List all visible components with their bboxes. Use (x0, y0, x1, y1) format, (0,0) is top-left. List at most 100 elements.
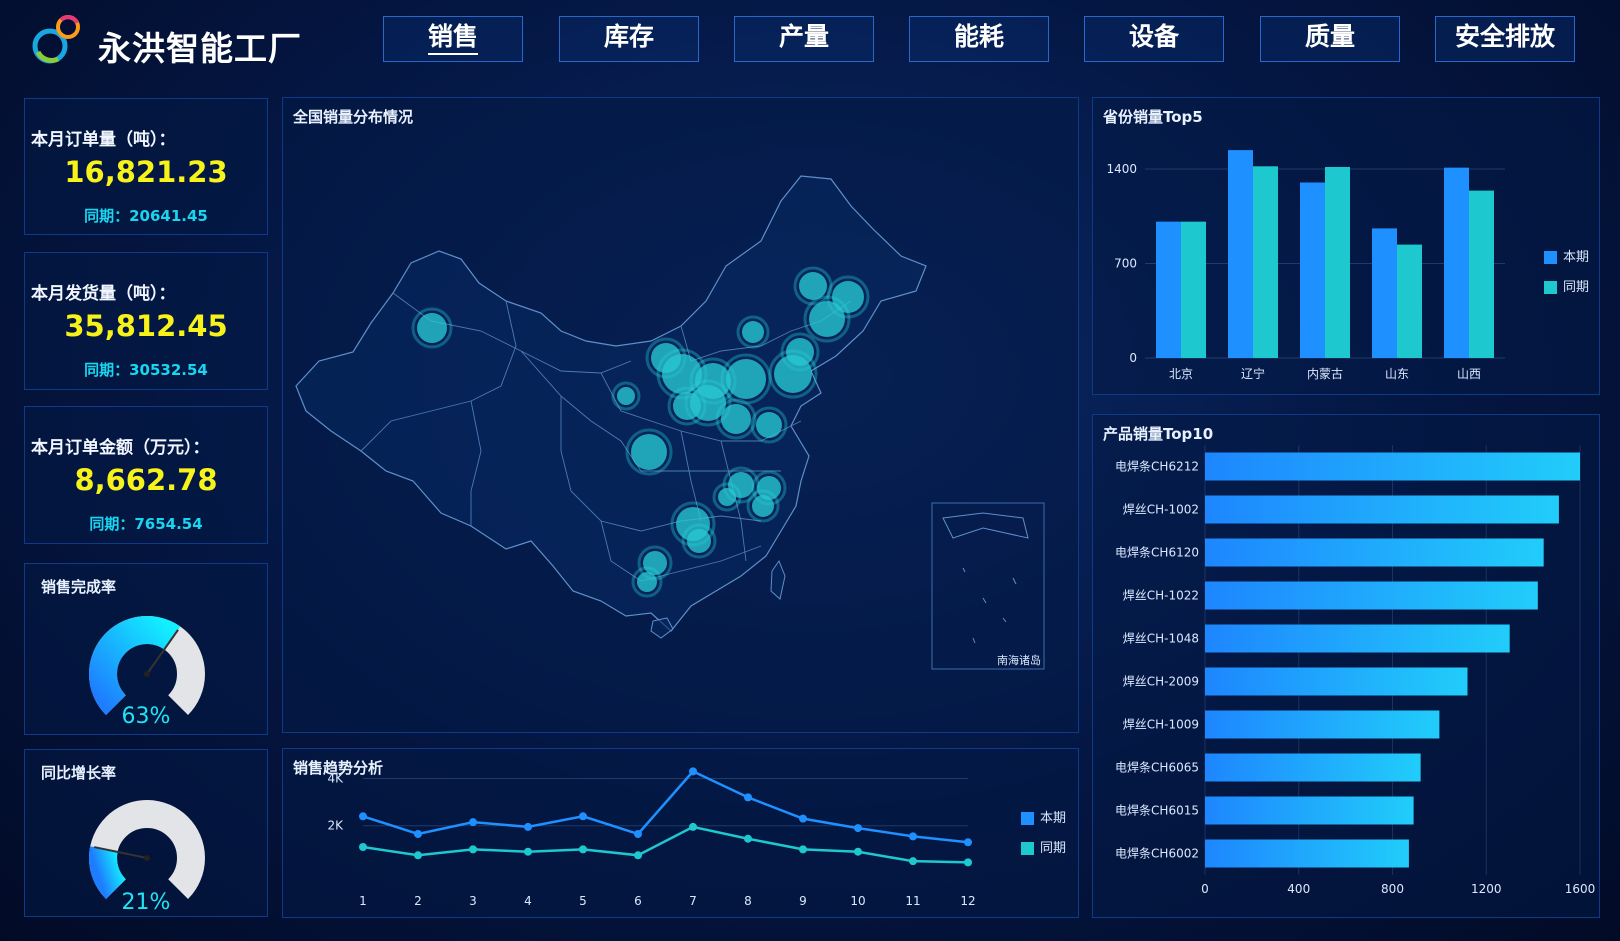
bar (1205, 624, 1510, 653)
x-tick-label: 400 (1287, 882, 1310, 896)
bar (1444, 167, 1469, 358)
y-tick-label: 电焊条CH6120 (1115, 545, 1199, 560)
legend-item-previous[interactable]: 同期 (1544, 276, 1589, 295)
south-china-sea-inset (931, 502, 1045, 670)
nav-tab-quality[interactable]: 质量 (1260, 16, 1400, 62)
app-title: 永洪智能工厂 (98, 29, 302, 68)
bar (1397, 244, 1422, 358)
stat-card-orders: 本月订单量（吨）： 16,821.23 同期：20641.45 (24, 98, 268, 235)
data-point (469, 818, 477, 827)
legend-item-previous[interactable]: 同期 (1021, 837, 1066, 856)
data-point (909, 857, 917, 866)
data-point (359, 843, 367, 851)
map-point (617, 387, 635, 405)
gauge-pivot (144, 671, 150, 677)
trend-legend: 本期 同期 (1021, 807, 1066, 867)
x-tick-label: 7 (689, 894, 697, 908)
y-tick-label: 焊丝CH-1048 (1123, 631, 1199, 646)
legend-swatch (1021, 842, 1034, 855)
bar (1205, 581, 1538, 610)
legend-item-current[interactable]: 本期 (1021, 807, 1066, 826)
data-point (469, 845, 477, 854)
map-panel: 全国销量分布情况 南海诸岛 (282, 97, 1079, 733)
gauge-value: 63% (121, 704, 171, 729)
y-tick-label: 0 (1129, 351, 1137, 365)
map-point (417, 313, 447, 343)
data-point (634, 830, 642, 838)
inset-islands (942, 512, 1029, 644)
y-tick-label: 电焊条CH6065 (1115, 760, 1199, 775)
x-tick-label: 800 (1381, 882, 1404, 896)
data-point (414, 851, 422, 860)
stat-label: 本月发货量（吨）： (31, 284, 176, 304)
x-tick-label: 9 (799, 894, 807, 908)
map-point (752, 495, 774, 517)
stat-card-amount: 本月订单金额（万元）： 8,662.78 同期：7654.54 (24, 406, 268, 544)
bar (1156, 221, 1181, 358)
gauge-card-growth: 同比增长率 21% (24, 749, 268, 917)
nav-tab-label: 安全排放 (1454, 22, 1555, 51)
province-legend: 本期 同期 (1544, 246, 1589, 306)
gauge-value: 21% (121, 890, 171, 915)
data-point (909, 832, 917, 841)
nav-tab-equipment[interactable]: 设备 (1084, 16, 1224, 62)
y-tick-label: 1400 (1106, 162, 1137, 176)
x-tick-label: 4 (524, 894, 532, 908)
data-point (524, 847, 532, 856)
bar (1181, 221, 1206, 358)
nav-tab-inventory[interactable]: 库存 (559, 16, 699, 62)
data-point (799, 845, 807, 854)
gauge-fill (89, 616, 181, 715)
growth-gauge (89, 800, 205, 900)
stat-comparison: 同期：30532.54 (84, 361, 208, 379)
x-tick-label: 1600 (1565, 882, 1596, 896)
legend-swatch (1544, 251, 1557, 264)
bar (1228, 150, 1253, 358)
data-point (359, 812, 367, 821)
x-tick-label: 1 (359, 894, 367, 908)
data-point (854, 847, 862, 856)
y-tick-label: 焊丝CH-1022 (1123, 588, 1199, 603)
legend-item-current[interactable]: 本期 (1544, 246, 1589, 265)
sales-trend-chart[interactable]: 2K4K1 2 3 4 5 6 7 8 9 10 11 12 (283, 749, 1080, 919)
x-tick-label: 北京 (1169, 367, 1193, 381)
legend-swatch (1544, 281, 1557, 294)
bar (1205, 538, 1544, 567)
legend-label: 本期 (1563, 250, 1590, 265)
product-panel: 产品销量Top10 0 400 800 1200 1600 电焊条CH6212 焊丝CH-1… (1092, 414, 1600, 918)
map-point (721, 404, 751, 434)
province-top5-chart[interactable]: 0 700 1400 北京 辽宁 内蒙古 山东 山西 (1093, 98, 1601, 396)
data-point (854, 824, 862, 833)
data-point (964, 838, 972, 847)
legend-swatch (1021, 812, 1034, 825)
nav-tab-safety-emission[interactable]: 安全排放 (1435, 16, 1575, 62)
taiwan-island (770, 559, 786, 600)
nav-tab-label: 设备 (1128, 22, 1179, 51)
bar (1469, 190, 1494, 358)
data-point (744, 793, 752, 802)
product-top10-chart[interactable]: 0 400 800 1200 1600 电焊条CH6212 焊丝CH-1002 电焊条CH61… (1093, 415, 1601, 919)
gauge-card-completion: 销售完成率 63% (24, 563, 268, 735)
map-point (631, 434, 667, 470)
bar (1253, 166, 1278, 358)
x-tick-label: 辽宁 (1241, 366, 1265, 381)
trend-panel: 销售趋势分析 2K 4K 1 2 3 4 5 6 7 8 9 10 11 12 本期 同期 (282, 748, 1079, 918)
map-point (756, 412, 782, 438)
china-sales-map[interactable] (283, 98, 1080, 734)
x-tick-label: 1200 (1471, 882, 1502, 896)
bar (1372, 228, 1397, 358)
bar (1205, 710, 1440, 739)
nav-tab-output[interactable]: 产量 (734, 16, 874, 62)
stat-comparison: 同期：7654.54 (89, 515, 203, 533)
nav-tab-energy[interactable]: 能耗 (909, 16, 1049, 62)
nav-tab-label: 产量 (778, 22, 829, 51)
x-tick-label: 12 (960, 894, 975, 908)
y-tick-label: 电焊条CH6015 (1115, 803, 1199, 818)
nav-tab-label: 库存 (603, 22, 654, 51)
stat-value: 8,662.78 (74, 463, 218, 497)
nav-tab-sales[interactable]: 销售 (383, 16, 523, 62)
y-tick-label: 电焊条CH6002 (1115, 846, 1199, 861)
map-point (809, 301, 845, 337)
bar (1205, 839, 1409, 868)
y-tick-label: 4K (327, 771, 344, 785)
